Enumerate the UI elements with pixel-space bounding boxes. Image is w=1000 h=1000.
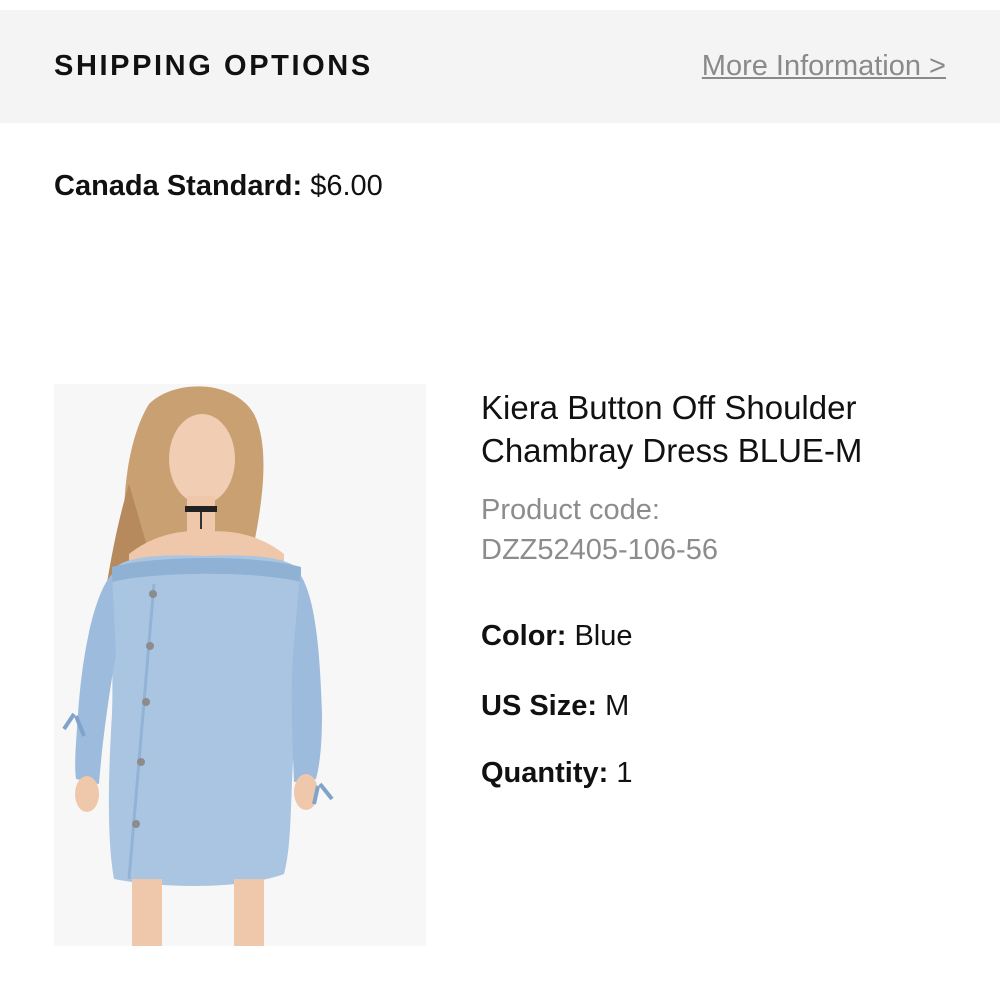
product-image[interactable] [54,384,426,946]
shipping-method-label: Canada Standard: [54,170,303,202]
size-label: US Size: [481,690,598,722]
shipping-options-title: SHIPPING OPTIONS [54,50,373,82]
quantity-label: Quantity: [481,757,609,789]
product-photo-dress-icon [54,384,426,946]
product-details: Kiera Button Off Shoulder Chambray Dress… [481,386,961,789]
color-value: Blue [574,620,633,652]
product-color: Color: Blue [481,618,632,654]
order-item-page: SHIPPING OPTIONS More Information > Cana… [0,0,1000,1000]
product-quantity: Quantity: 1 [481,755,632,791]
shipping-method-price: $6.00 [310,170,383,202]
product-code-label: Product code: [481,494,660,526]
quantity-value: 1 [616,757,633,789]
product-size: US Size: M [481,688,629,724]
shipping-method: Canada Standard: $6.00 [54,168,383,204]
shipping-options-header: SHIPPING OPTIONS More Information > [0,10,1000,123]
size-value: M [605,690,630,722]
product-code-value: DZZ52405-106-56 [481,534,718,566]
product-name[interactable]: Kiera Button Off Shoulder Chambray Dress… [481,386,961,472]
more-information-link[interactable]: More Information > [702,48,946,84]
color-label: Color: [481,620,567,652]
